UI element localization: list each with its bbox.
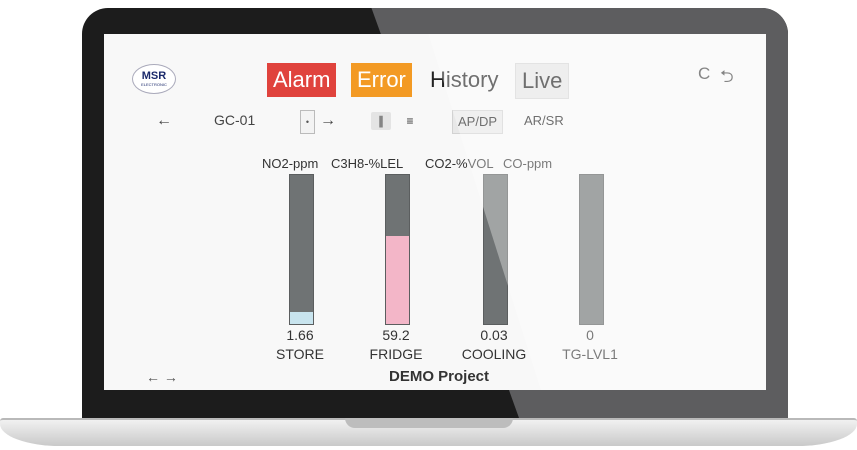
sensor-value: 1.66: [286, 327, 314, 343]
project-title: DEMO Project: [389, 368, 490, 385]
laptop-screen: MSR ELECTRONIC Alarm Error History Live …: [104, 34, 766, 390]
msr-logo: MSR ELECTRONIC: [132, 64, 176, 94]
chip-ap-dp[interactable]: AP/DP: [452, 110, 504, 134]
sensor-location: TG-LVL1: [562, 346, 618, 362]
forward-arrow-icon[interactable]: →: [320, 112, 336, 134]
view-bars-icon[interactable]: ∥: [371, 112, 391, 130]
view-list-icon[interactable]: ≡: [400, 112, 420, 130]
sensor-level-fill: [290, 312, 313, 324]
sensor-level-fill: [386, 236, 409, 324]
laptop-notch: [345, 418, 513, 428]
sensor-level-bar: [385, 174, 410, 325]
chip-ar-sr[interactable]: AR/SR: [519, 110, 569, 132]
sensor-value: 0.03: [480, 327, 508, 343]
sensor-value: 0: [586, 327, 594, 343]
logo-title: MSR: [141, 70, 167, 82]
sensor-location: FRIDGE: [369, 346, 423, 362]
back-arrow-icon[interactable]: ←: [156, 112, 172, 134]
sensor-location: STORE: [276, 346, 324, 362]
logout-icon[interactable]: ⮌: [720, 64, 734, 93]
sensor-level-bar: [483, 174, 508, 325]
tab-live[interactable]: Live: [515, 63, 570, 99]
sensor-level-bar: [579, 174, 604, 325]
sensor-level-bar: [289, 174, 314, 325]
sensor-unit-label: C3H8-%LEL: [331, 156, 404, 171]
tab-error[interactable]: Error: [351, 63, 412, 97]
sensor-location: COOLING: [461, 346, 527, 362]
sensor-unit-label: CO2-%VOL: [425, 156, 494, 171]
refresh-icon[interactable]: C: [698, 64, 710, 84]
device-dropdown-toggle[interactable]: •: [300, 110, 315, 134]
tab-history[interactable]: History: [424, 63, 505, 97]
device-select-value[interactable]: GC-01: [214, 112, 255, 134]
footer-nav-partial: ← →: [146, 369, 178, 385]
sensor-unit-label: NO2-ppm: [262, 156, 319, 171]
logo-subtitle: ELECTRONIC: [141, 82, 167, 87]
tab-alarm[interactable]: Alarm: [267, 63, 337, 97]
sensor-unit-label: CO-ppm: [503, 156, 553, 171]
sensor-value: 59.2: [382, 327, 410, 343]
